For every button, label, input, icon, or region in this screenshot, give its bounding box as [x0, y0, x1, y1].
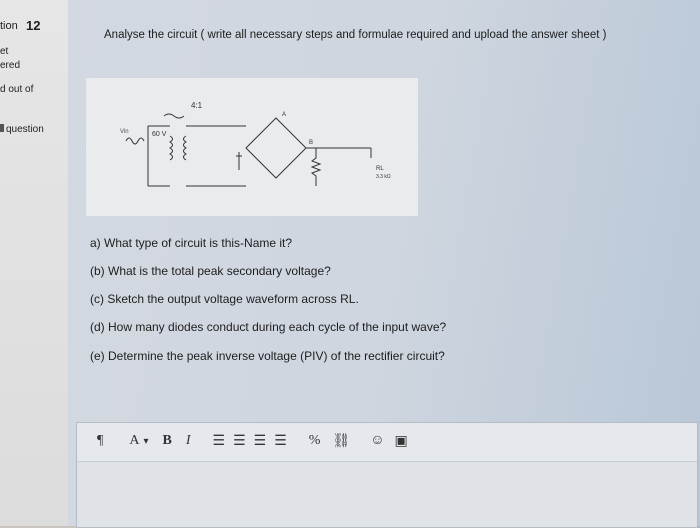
indent-icon[interactable]: ☰	[254, 433, 267, 450]
outdent-icon[interactable]: ☰	[274, 433, 287, 450]
bridge-rectifier	[245, 117, 307, 179]
circuit-svg: 4:1 60 V Vin A B RL 3.3 kΩ	[120, 101, 391, 187]
question-label: tion	[0, 20, 18, 32]
link-icon[interactable]: %	[309, 433, 321, 449]
answer-text-area[interactable]	[77, 461, 697, 527]
question-instruction: Analyse the circuit ( write all necessar…	[104, 29, 607, 41]
ratio-label: 4:1	[191, 101, 203, 110]
ordered-list-icon[interactable]: ☰	[233, 433, 246, 450]
question-part-d: (d) How many diodes conduct during each …	[90, 320, 447, 334]
question-part-e: (e) Determine the peak inverse voltage (…	[90, 349, 445, 363]
unordered-list-icon[interactable]: ☰	[213, 433, 226, 450]
paragraph-button[interactable]: ¶	[97, 433, 103, 449]
secondary-coil	[183, 135, 187, 161]
vin-label: Vin	[120, 129, 129, 135]
font-color-button[interactable]: A	[129, 433, 139, 449]
primary-coil	[169, 135, 173, 161]
editor-toolbar: ¶ A ▾ B I ☰ ☰ ☰ ☰ % ⛓ ☺ ▣	[77, 423, 697, 459]
question-part-b: (b) What is the total peak secondary vol…	[90, 264, 331, 278]
circuit-diagram: 4:1 60 V Vin A B RL 3.3 kΩ	[86, 78, 418, 216]
load-resistor	[310, 148, 322, 186]
emoji-icon[interactable]: ☺	[370, 433, 384, 449]
italic-button[interactable]: I	[186, 433, 191, 449]
ac-source-symbol	[125, 137, 145, 145]
source-voltage-label: 60 V	[152, 131, 167, 138]
status-line-1: et	[0, 46, 9, 57]
marks-label: d out of	[0, 84, 34, 95]
question-part-c: (c) Sketch the output voltage waveform a…	[90, 292, 359, 306]
question-card: Analyse the circuit ( write all necessar…	[68, 0, 700, 528]
node-a-label: A	[282, 112, 286, 118]
image-icon[interactable]: ▣	[395, 433, 408, 450]
question-part-a: a) What type of circuit is this-Name it?	[90, 236, 293, 250]
node-b-label: B	[309, 140, 313, 146]
load-label: RL	[376, 166, 384, 172]
quiz-sidebar: tion 12 et ered d out of question	[0, 0, 68, 526]
load-value: 3.3 kΩ	[376, 174, 391, 180]
chevron-down-icon[interactable]: ▾	[143, 436, 148, 447]
unlink-icon[interactable]: ⛓	[332, 433, 350, 450]
bold-button[interactable]: B	[163, 433, 172, 449]
status-line-2: ered	[0, 60, 21, 71]
flag-question-label: question	[6, 124, 44, 135]
question-number: 12	[26, 18, 41, 33]
flag-question-link[interactable]: question	[0, 124, 44, 135]
answer-editor: ¶ A ▾ B I ☰ ☰ ☰ ☰ % ⛓ ☺ ▣	[76, 422, 698, 528]
